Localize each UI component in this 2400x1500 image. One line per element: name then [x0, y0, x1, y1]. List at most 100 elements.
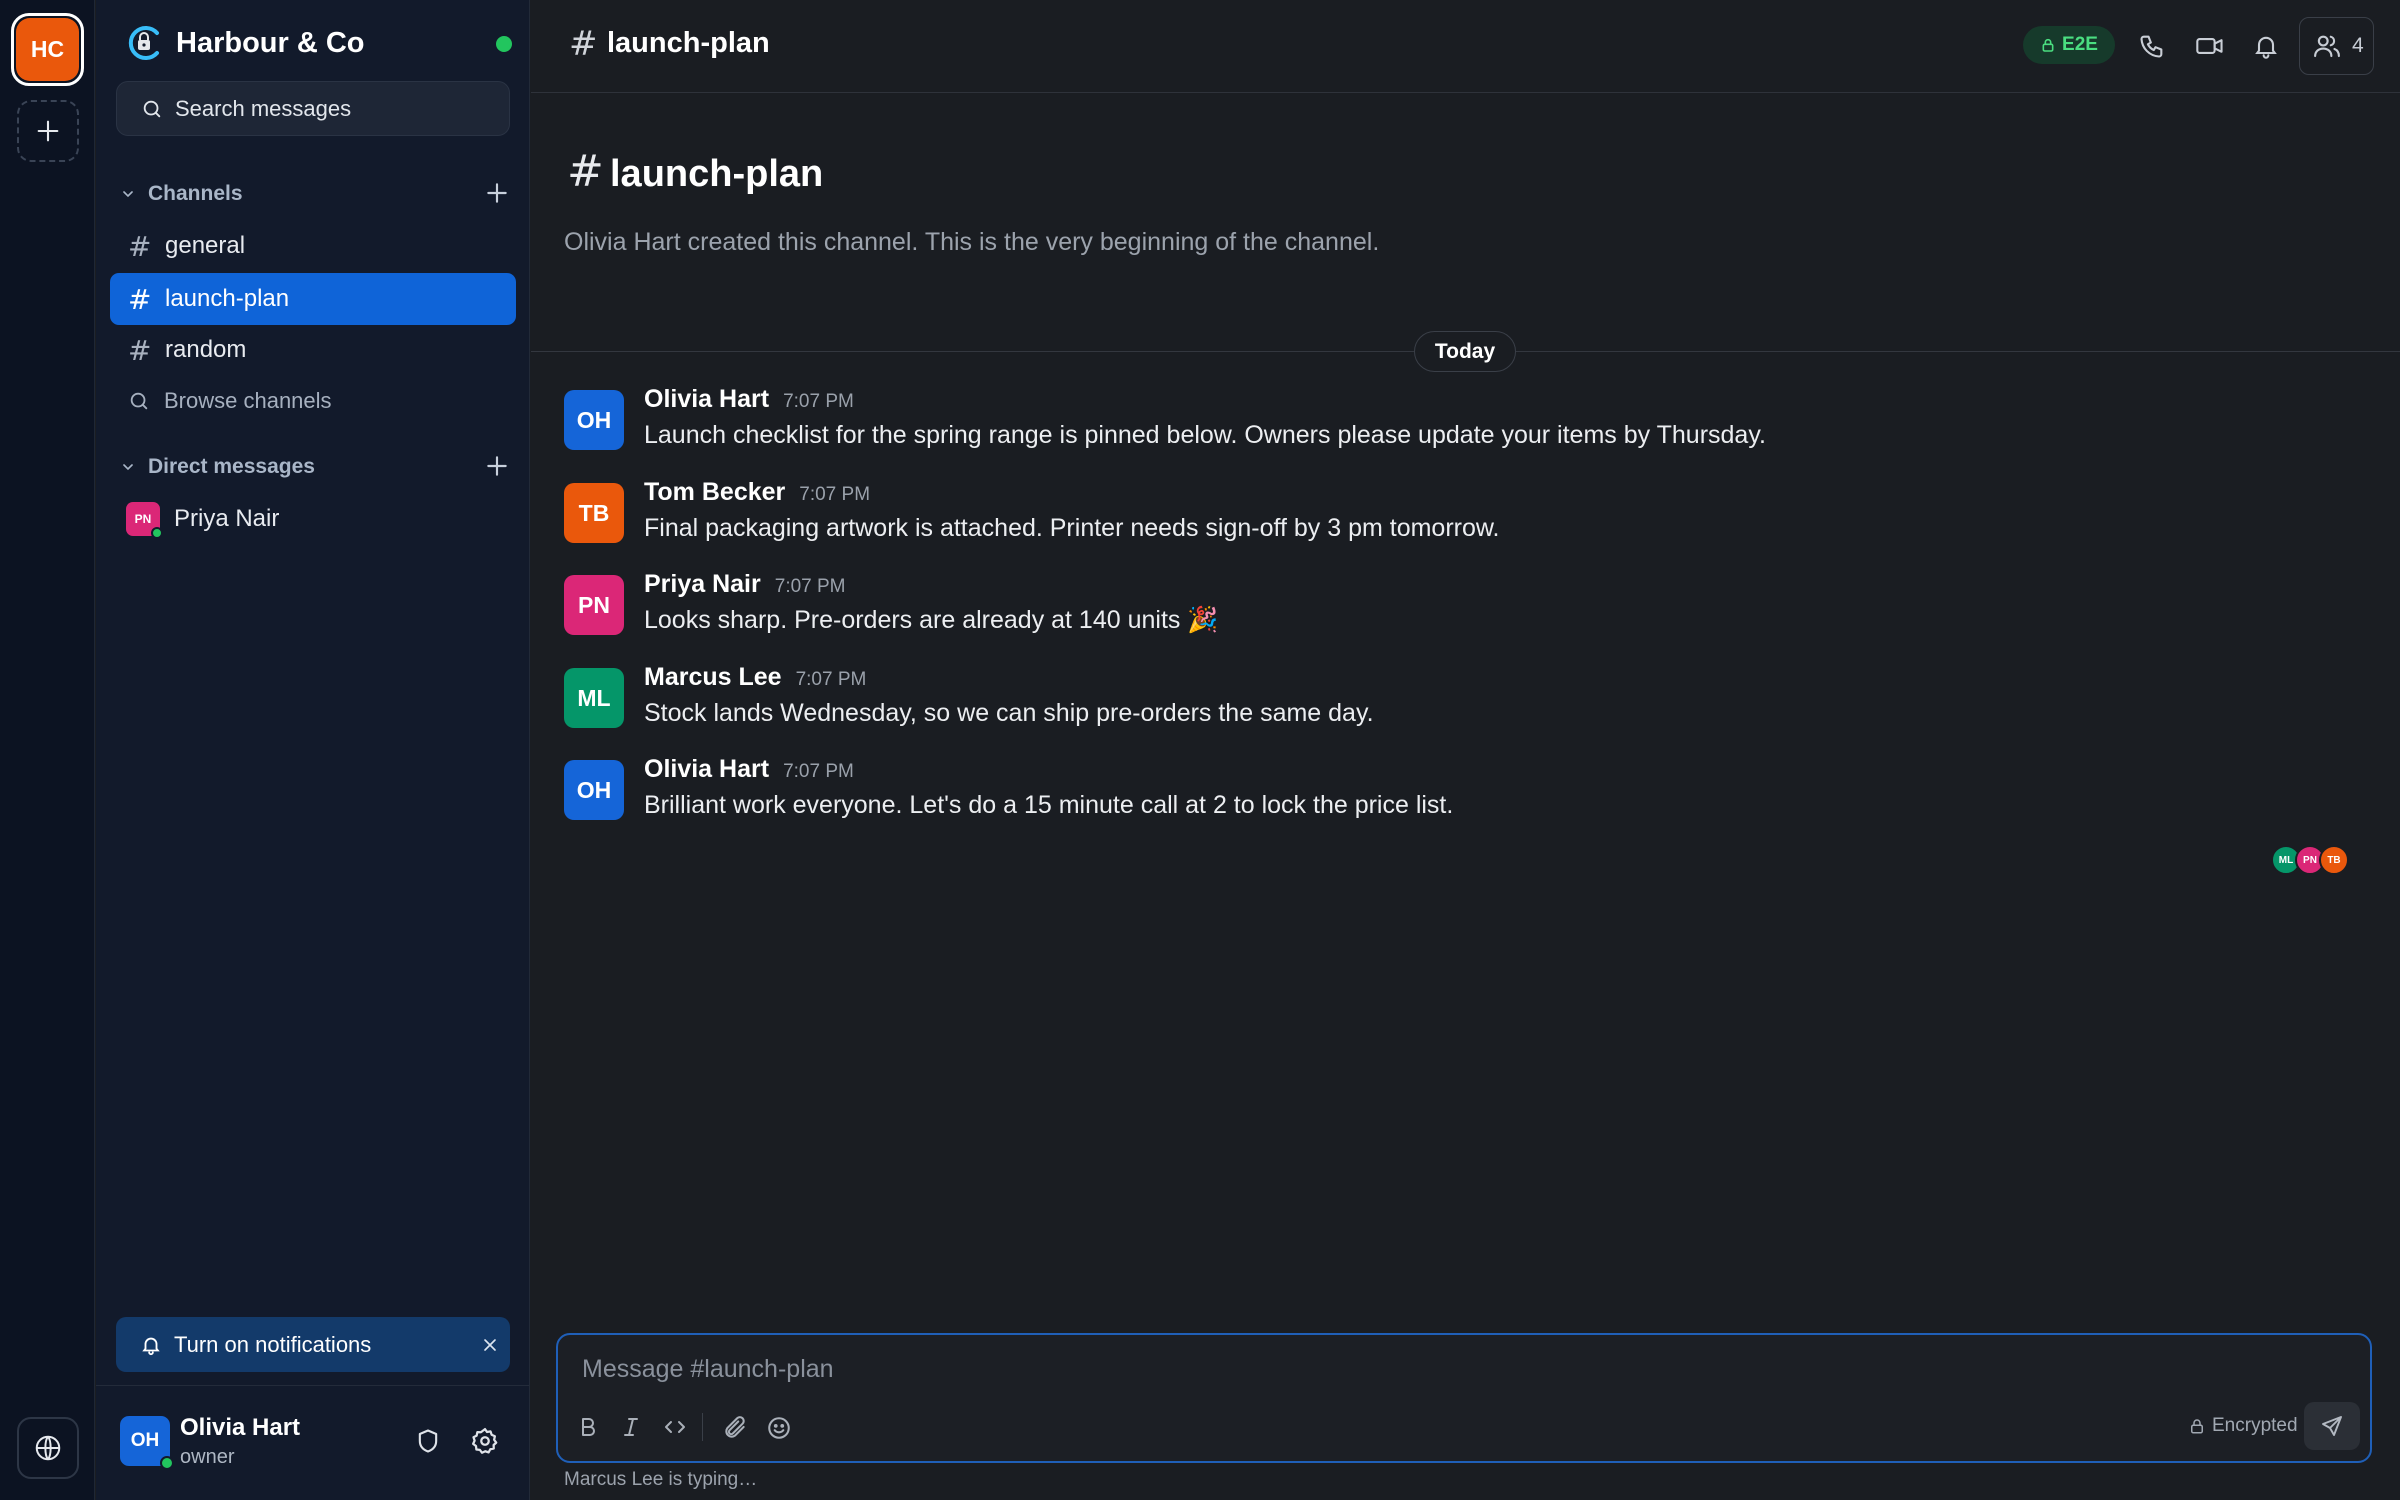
explore-button[interactable]: [17, 1417, 79, 1479]
message-time: 7:07 PM: [774, 576, 846, 597]
message-item[interactable]: OH Olivia Hart 7:07 PM Launch checklist f…: [564, 382, 2344, 462]
avatar-initials: OH: [130, 1430, 160, 1451]
hash-icon: #: [128, 229, 152, 263]
italic-icon[interactable]: [619, 1415, 643, 1439]
message-body: Looks sharp. Pre-orders are already at 1…: [644, 606, 1219, 634]
message-author[interactable]: Tom Becker: [644, 478, 785, 506]
avatar-initials: PN: [134, 512, 152, 526]
message-author-line: Tom Becker 7:07 PM: [644, 478, 870, 507]
send-button[interactable]: [2304, 1402, 2360, 1450]
dm-section-header[interactable]: Direct messages: [116, 449, 516, 485]
bell-icon[interactable]: [2252, 32, 2280, 60]
hash-icon: #: [128, 333, 152, 367]
message-item[interactable]: TB Tom Becker 7:07 PM Final packaging art…: [564, 475, 2344, 555]
users-icon: [2314, 35, 2340, 58]
emoji-icon[interactable]: [766, 1415, 792, 1441]
channel-name: random: [165, 336, 247, 363]
lock-icon: [2191, 1419, 2203, 1434]
bold-icon[interactable]: [576, 1415, 600, 1439]
member-count: 4: [2352, 34, 2364, 57]
message-author-line: Olivia Hart 7:07 PM: [644, 385, 854, 414]
code-icon[interactable]: [662, 1415, 688, 1439]
avatar[interactable]: PN: [564, 575, 624, 635]
toolbar-divider: [702, 1413, 703, 1441]
message-item[interactable]: ML Marcus Lee 7:07 PM Stock lands Wednesd…: [564, 660, 2344, 740]
connection-status-dot: [496, 36, 512, 52]
message-time: 7:07 PM: [799, 484, 871, 505]
sidebar-channel-launch-plan[interactable]: # launch-plan: [110, 273, 516, 325]
add-channel-icon[interactable]: [484, 180, 510, 206]
message-item[interactable]: OH Olivia Hart 7:07 PM Brilliant work eve…: [564, 752, 2344, 832]
avatar[interactable]: OH: [120, 1416, 174, 1470]
lock-icon: [2042, 38, 2054, 52]
message-time: 7:07 PM: [795, 669, 867, 690]
shield-icon[interactable]: [414, 1427, 442, 1455]
search-label: Search messages: [175, 95, 352, 121]
channels-section-header[interactable]: Channels: [116, 176, 516, 212]
e2e-label: E2E: [2062, 34, 2098, 55]
channel-name: general: [165, 232, 246, 259]
avatar[interactable]: TB: [564, 483, 624, 543]
search-messages-button[interactable]: Search messages: [116, 81, 510, 136]
gear-icon[interactable]: [470, 1426, 500, 1456]
avatar[interactable]: OH: [564, 390, 624, 450]
channels-label: Channels: [148, 182, 243, 205]
current-user-name: Olivia Hart: [180, 1414, 301, 1441]
online-status-dot: [160, 1456, 174, 1470]
workspace-header[interactable]: Harbour & Co: [124, 22, 514, 64]
encrypted-indicator: Encrypted: [2188, 1415, 2298, 1437]
workspace-name: Harbour & Co: [176, 26, 365, 59]
channel-view: # launch-plan E2E 4 # launch-plan Olivia…: [531, 0, 2400, 1500]
search-icon: [130, 392, 148, 410]
search-icon: [143, 100, 161, 117]
add-workspace-button[interactable]: [17, 100, 79, 162]
browse-channels-link[interactable]: Browse channels: [128, 385, 332, 417]
workspace-logo-icon: [128, 26, 159, 60]
channel-intro-title: launch-plan: [610, 153, 824, 195]
sidebar-dm-priya-nair[interactable]: PN Priya Nair: [126, 499, 279, 539]
sidebar-channel-random[interactable]: # random: [110, 324, 516, 376]
notification-banner-label: Turn on notifications: [174, 1331, 372, 1357]
close-icon[interactable]: [480, 1335, 500, 1355]
message-author[interactable]: Marcus Lee: [644, 663, 782, 691]
message-body: Stock lands Wednesday, so we can ship pr…: [644, 699, 1374, 727]
e2e-badge[interactable]: E2E: [2023, 26, 2115, 64]
message-author-line: Marcus Lee 7:07 PM: [644, 663, 866, 692]
typing-indicator: Marcus Lee is typing…: [564, 1469, 758, 1490]
message-author[interactable]: Olivia Hart: [644, 755, 769, 783]
notification-banner[interactable]: Turn on notifications: [116, 1317, 510, 1372]
workspace-switcher-harbour[interactable]: HC: [11, 13, 84, 86]
message-author[interactable]: Olivia Hart: [644, 385, 769, 413]
video-camera-icon[interactable]: [2195, 32, 2225, 60]
workspace-initials: HC: [16, 18, 79, 81]
hash-icon: #: [569, 24, 598, 64]
message-time: 7:07 PM: [783, 391, 854, 412]
paperclip-icon[interactable]: [722, 1415, 748, 1441]
avatar: PN: [126, 502, 163, 539]
phone-icon[interactable]: [2138, 32, 2166, 60]
dm-name: Priya Nair: [174, 505, 280, 532]
sidebar-channel-general[interactable]: # general: [110, 220, 516, 272]
channel-name: launch-plan: [165, 285, 290, 312]
message-input[interactable]: Message #launch-plan: [582, 1355, 834, 1384]
avatar[interactable]: ML: [564, 668, 624, 728]
message-item[interactable]: PN Priya Nair 7:07 PM Looks sharp. Pre-or…: [564, 567, 2344, 647]
channel-title: launch-plan: [607, 27, 770, 59]
channel-header: # launch-plan E2E 4: [531, 0, 2400, 93]
day-divider-label: Today: [1414, 331, 1516, 372]
message-composer[interactable]: Message #launch-plan Encrypted: [556, 1333, 2372, 1463]
chevron-down-icon: [123, 464, 133, 471]
read-receipt-avatar: TB: [2319, 845, 2349, 875]
members-button[interactable]: 4: [2299, 17, 2374, 75]
bell-icon: [142, 1337, 160, 1355]
message-body: Brilliant work everyone. Let's do a 15 m…: [644, 791, 1454, 819]
avatar[interactable]: OH: [564, 760, 624, 820]
message-author-line: Olivia Hart 7:07 PM: [644, 755, 854, 784]
globe-icon: [35, 1435, 61, 1461]
message-time: 7:07 PM: [783, 761, 854, 782]
read-receipts[interactable]: ML PN TB: [2271, 845, 2349, 875]
message-author[interactable]: Priya Nair: [644, 570, 761, 598]
online-status-dot: [151, 527, 163, 539]
hash-icon: #: [128, 282, 152, 316]
add-dm-icon[interactable]: [484, 453, 510, 479]
